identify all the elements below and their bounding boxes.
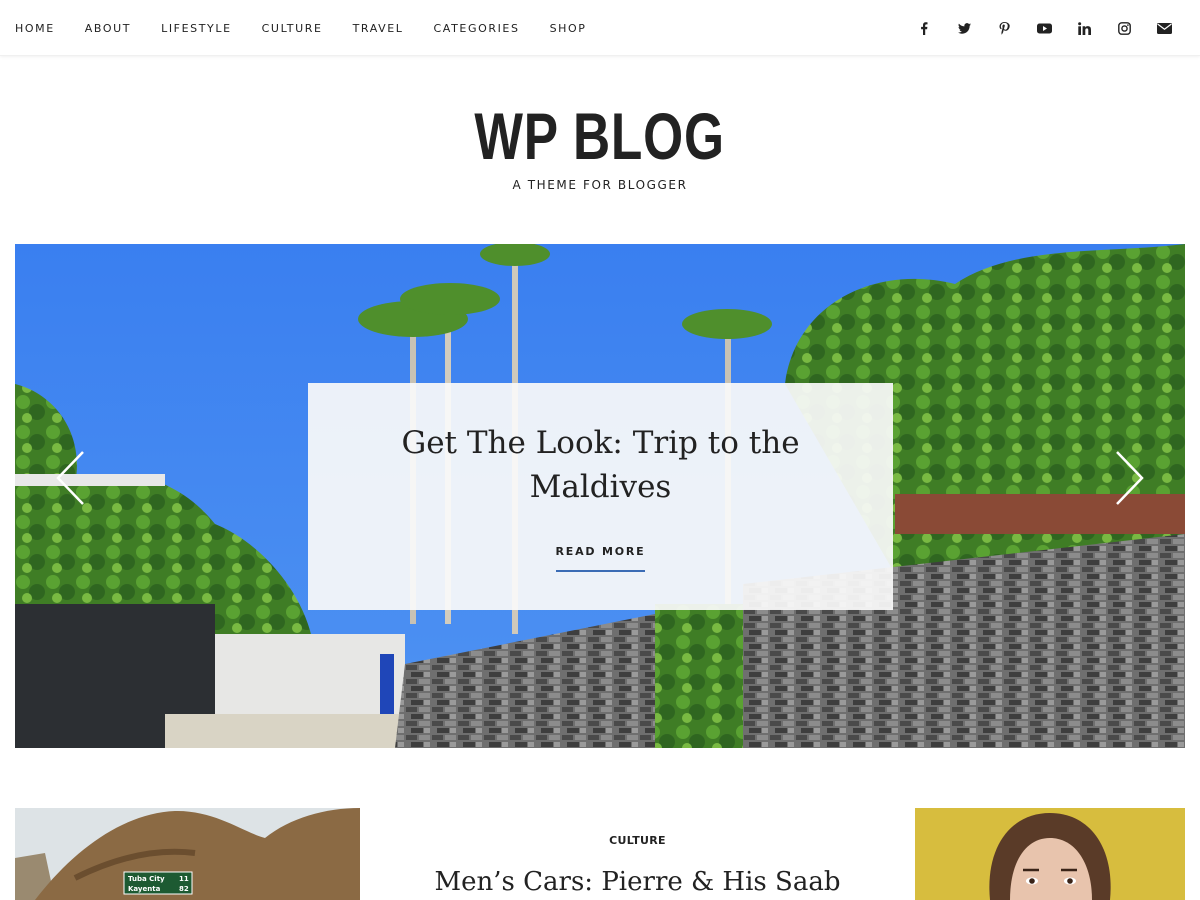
slide-title[interactable]: Get The Look: Trip to the Maldives <box>391 421 811 509</box>
sign-line1-place: Tuba City <box>128 875 165 883</box>
nav-item-travel[interactable]: TRAVEL <box>353 22 404 35</box>
post-title[interactable]: Men’s Cars: Pierre & His Saab <box>360 866 915 898</box>
nav-item-home[interactable]: HOME <box>15 22 55 35</box>
nav-item-about[interactable]: ABOUT <box>85 22 131 35</box>
sign-line1-miles: 11 <box>179 875 189 883</box>
nav-item-categories[interactable]: CATEGORIES <box>434 22 520 35</box>
chevron-left-icon <box>56 451 84 505</box>
site-title[interactable]: WP BLOG <box>475 96 725 176</box>
desert-road-image: Tuba City 11 Kayenta 82 <box>15 808 360 900</box>
featured-post: CULTURE Men’s Cars: Pierre & His Saab <box>360 808 915 898</box>
twitter-icon[interactable] <box>944 18 984 38</box>
site-branding: WP BLOG A THEME FOR BLOGGER <box>0 96 1200 192</box>
post-category[interactable]: CULTURE <box>609 834 666 847</box>
post-thumbnail-right[interactable] <box>915 808 1185 900</box>
social-links <box>904 0 1184 56</box>
top-bar: HOME ABOUT LIFESTYLE CULTURE TRAVEL CATE… <box>0 0 1200 56</box>
facebook-icon[interactable] <box>904 18 944 38</box>
instagram-icon[interactable] <box>1104 18 1144 38</box>
nav-item-shop[interactable]: SHOP <box>550 22 587 35</box>
slider-prev-button[interactable] <box>55 450 85 506</box>
sign-line2-place: Kayenta <box>128 885 161 893</box>
sign-line2-miles: 82 <box>179 885 189 893</box>
linkedin-icon[interactable] <box>1064 18 1104 38</box>
portrait-image <box>915 808 1185 900</box>
slide-caption: Get The Look: Trip to the Maldives READ … <box>308 383 893 610</box>
youtube-icon[interactable] <box>1024 18 1064 38</box>
nav-item-culture[interactable]: CULTURE <box>262 22 323 35</box>
pinterest-icon[interactable] <box>984 18 1024 38</box>
nav-item-lifestyle[interactable]: LIFESTYLE <box>161 22 232 35</box>
slider-next-button[interactable] <box>1115 450 1145 506</box>
site-tagline: A THEME FOR BLOGGER <box>512 178 688 192</box>
email-icon[interactable] <box>1144 18 1184 38</box>
main-nav: HOME ABOUT LIFESTYLE CULTURE TRAVEL CATE… <box>15 0 617 56</box>
read-more-button[interactable]: READ MORE <box>555 545 646 572</box>
chevron-right-icon <box>1116 451 1144 505</box>
post-thumbnail-left[interactable]: Tuba City 11 Kayenta 82 <box>15 808 360 900</box>
